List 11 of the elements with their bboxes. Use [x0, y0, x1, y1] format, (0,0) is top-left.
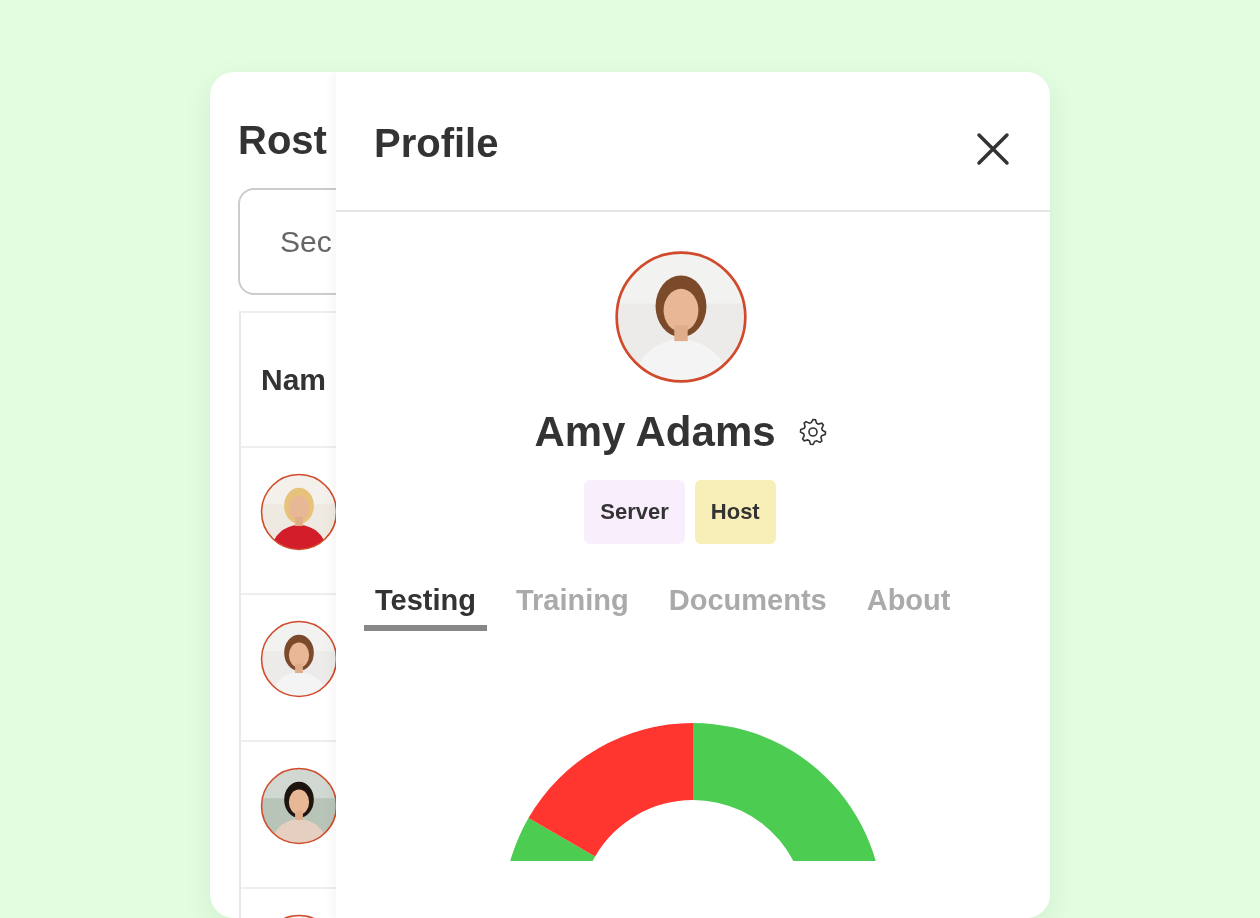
- role-tag: Server: [584, 480, 685, 544]
- tab[interactable]: Documents: [657, 584, 838, 631]
- role-tag: Host: [694, 480, 776, 544]
- profile-name: Amy Adams: [534, 407, 776, 457]
- search-field[interactable]: Sec: [238, 188, 336, 295]
- roster-title: Rost: [238, 117, 328, 164]
- column-header: Nam: [261, 362, 327, 397]
- tab[interactable]: Training: [504, 584, 640, 631]
- panel-title: Profile: [374, 120, 499, 166]
- tab[interactable]: About: [855, 584, 962, 631]
- tab[interactable]: Testing: [364, 584, 487, 631]
